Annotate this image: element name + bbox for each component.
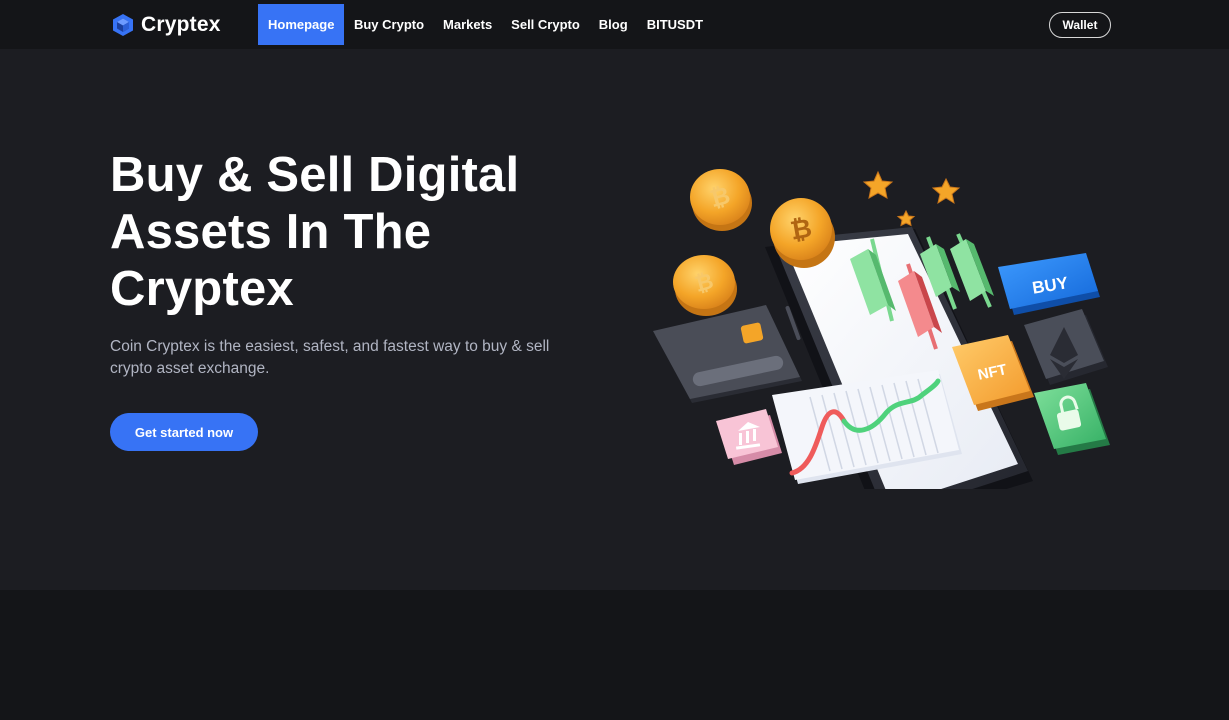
hero-title-line: Cryptex [110, 262, 294, 316]
star-icon [862, 170, 894, 199]
main-nav: Homepage Buy Crypto Markets Sell Crypto … [258, 4, 713, 45]
nav-item-markets[interactable]: Markets [434, 4, 502, 45]
lock-icon [1034, 383, 1110, 455]
brand-name: Cryptex [141, 13, 221, 36]
ethereum-icon [1024, 309, 1108, 385]
cube-hexagon-icon [113, 14, 133, 36]
get-started-button[interactable]: Get started now [110, 413, 258, 451]
bitcoin-coin-icon: ₿ [690, 169, 752, 231]
page-footer-band [0, 590, 1229, 720]
hero-section: Buy & Sell Digital Assets In The Cryptex… [0, 49, 1229, 590]
nav-item-blog[interactable]: Blog [589, 4, 637, 45]
credit-card-icon [653, 305, 802, 403]
brand-logo[interactable]: Cryptex [112, 11, 221, 39]
bank-icon [716, 409, 782, 465]
top-navbar: Cryptex Homepage Buy Crypto Markets Sell… [0, 0, 1229, 49]
nav-item-bitusdt[interactable]: BITUSDT [637, 4, 712, 45]
nav-item-sell-crypto[interactable]: Sell Crypto [502, 4, 590, 45]
bitcoin-coin-icon: ₿ [673, 255, 737, 316]
wallet-button[interactable]: Wallet [1049, 12, 1111, 38]
hero-title: Buy & Sell Digital Assets In The Cryptex [110, 147, 570, 318]
hero-title-line: Assets In The [110, 205, 432, 259]
hero-title-line: Buy & Sell Digital [110, 148, 520, 202]
nav-item-buy-crypto[interactable]: Buy Crypto [344, 4, 433, 45]
hero-description: Coin Cryptex is the easiest, safest, and… [110, 338, 550, 377]
star-icon [896, 209, 916, 227]
crypto-phone-illustration: BUY NFT ₿ ₿ ₿ [653, 169, 1110, 489]
star-icon [931, 177, 961, 205]
buy-badge: BUY [998, 253, 1100, 315]
nav-item-homepage[interactable]: Homepage [258, 4, 345, 45]
